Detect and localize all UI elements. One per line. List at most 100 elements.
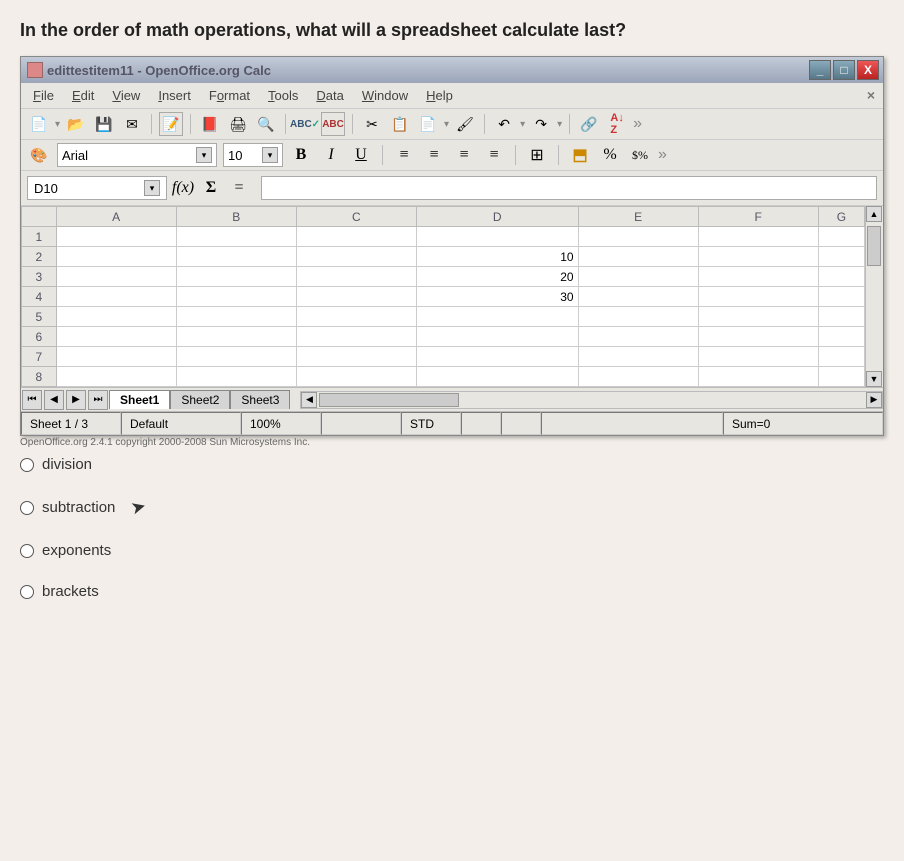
row-header[interactable]: 8 — [22, 367, 57, 387]
scroll-thumb[interactable] — [867, 226, 881, 266]
font-name-dropdown-icon[interactable]: ▾ — [196, 147, 212, 163]
font-size-dropdown-icon[interactable]: ▾ — [262, 147, 278, 163]
paste-icon[interactable]: 📄 — [416, 112, 440, 136]
email-icon[interactable]: ✉ — [120, 112, 144, 136]
export-pdf-icon[interactable]: 📕 — [198, 112, 222, 136]
answer-option[interactable]: brackets — [20, 583, 884, 600]
sort-icon[interactable]: A↓Z — [605, 112, 629, 136]
row-header[interactable]: 4 — [22, 287, 57, 307]
cell-d4[interactable]: 30 — [416, 287, 578, 307]
align-justify-icon[interactable]: ≡ — [482, 143, 506, 167]
number-format-button[interactable]: $% — [628, 143, 652, 167]
align-right-icon[interactable]: ≡ — [452, 143, 476, 167]
new-doc-icon[interactable]: 📄 — [27, 112, 51, 136]
percent-button[interactable]: % — [598, 143, 622, 167]
vertical-scrollbar[interactable]: ▲ ▼ — [865, 206, 883, 387]
font-name-combo[interactable]: Arial ▾ — [57, 143, 217, 167]
scroll-up-icon[interactable]: ▲ — [866, 206, 882, 222]
col-header-d[interactable]: D — [416, 207, 578, 227]
corner-header[interactable] — [22, 207, 57, 227]
scroll-left-icon[interactable]: ◀ — [301, 392, 317, 408]
cell-reference-box[interactable]: D10 ▾ — [27, 176, 167, 200]
col-header-g[interactable]: G — [818, 207, 864, 227]
col-header-f[interactable]: F — [698, 207, 818, 227]
cell-d2[interactable]: 10 — [416, 247, 578, 267]
prev-sheet-icon[interactable]: ◀ — [44, 390, 64, 410]
align-left-icon[interactable]: ≡ — [392, 143, 416, 167]
preview-icon[interactable]: 🔍 — [254, 112, 278, 136]
answer-option[interactable]: exponents — [20, 542, 884, 559]
underline-button[interactable]: U — [349, 143, 373, 167]
hyperlink-icon[interactable]: 🔗 — [577, 112, 601, 136]
minimize-button[interactable]: _ — [809, 60, 831, 80]
menu-help[interactable]: Help — [418, 85, 461, 106]
doc-close-icon[interactable]: × — [867, 87, 875, 103]
undo-icon[interactable]: ↶ — [492, 112, 516, 136]
equals-icon[interactable]: = — [227, 176, 251, 200]
format-paint-icon[interactable]: 🖌 — [453, 112, 477, 136]
copy-icon[interactable]: 📋 — [388, 112, 412, 136]
row-header[interactable]: 3 — [22, 267, 57, 287]
function-wizard-icon[interactable]: f(x) — [171, 176, 195, 200]
tab-sheet3[interactable]: Sheet3 — [230, 390, 290, 409]
italic-button[interactable]: I — [319, 143, 343, 167]
autospell-icon[interactable]: ABC — [321, 112, 345, 136]
row-header[interactable]: 5 — [22, 307, 57, 327]
print-icon[interactable]: 🖨 — [226, 112, 250, 136]
horizontal-scrollbar[interactable]: ◀ ▶ — [300, 391, 883, 409]
menu-data[interactable]: Data — [308, 85, 351, 106]
menu-tools[interactable]: Tools — [260, 85, 306, 106]
col-header-e[interactable]: E — [578, 207, 698, 227]
answer-option[interactable]: subtraction ➤ — [20, 497, 884, 518]
col-header-a[interactable]: A — [56, 207, 176, 227]
first-sheet-icon[interactable]: ⏮ — [22, 390, 42, 410]
status-mode[interactable]: STD — [401, 412, 461, 435]
save-icon[interactable]: 💾 — [92, 112, 116, 136]
scroll-right-icon[interactable]: ▶ — [866, 392, 882, 408]
font-size-combo[interactable]: 10 ▾ — [223, 143, 283, 167]
bold-button[interactable]: B — [289, 143, 313, 167]
tab-sheet2[interactable]: Sheet2 — [170, 390, 230, 409]
merge-cells-icon[interactable]: ⊞ — [525, 143, 549, 167]
radio-button[interactable] — [20, 458, 34, 472]
row-header[interactable]: 7 — [22, 347, 57, 367]
menu-format[interactable]: Format — [201, 85, 258, 106]
tab-sheet1[interactable]: Sheet1 — [109, 390, 170, 409]
open-icon[interactable]: 📂 — [64, 112, 88, 136]
toolbar-overflow-icon[interactable]: » — [633, 115, 642, 133]
col-header-c[interactable]: C — [296, 207, 416, 227]
close-button[interactable]: X — [857, 60, 879, 80]
radio-button[interactable] — [20, 585, 34, 599]
menu-insert[interactable]: Insert — [150, 85, 199, 106]
status-zoom[interactable]: 100% — [241, 412, 321, 435]
cell-ref-dropdown-icon[interactable]: ▾ — [144, 180, 160, 196]
row-header[interactable]: 6 — [22, 327, 57, 347]
menu-file[interactable]: File — [25, 85, 62, 106]
format-overflow-icon[interactable]: » — [658, 146, 667, 164]
align-center-icon[interactable]: ≡ — [422, 143, 446, 167]
cut-icon[interactable]: ✂ — [360, 112, 384, 136]
radio-button[interactable] — [20, 544, 34, 558]
row-header[interactable]: 1 — [22, 227, 57, 247]
col-header-b[interactable]: B — [176, 207, 296, 227]
spellcheck-icon[interactable]: ABC✓ — [293, 112, 317, 136]
scroll-down-icon[interactable]: ▼ — [866, 371, 882, 387]
sum-icon[interactable]: Σ — [199, 176, 223, 200]
cell-d3[interactable]: 20 — [416, 267, 578, 287]
cell-grid[interactable]: A B C D E F G 1 2 10 3 20 4 30 5 6 7 8 — [21, 206, 865, 387]
currency-icon[interactable]: ⬒ — [568, 143, 592, 167]
edit-file-icon[interactable]: 📝 — [159, 112, 183, 136]
last-sheet-icon[interactable]: ⏭ — [88, 390, 108, 410]
radio-button[interactable] — [20, 501, 34, 515]
status-sum[interactable]: Sum=0 — [723, 412, 883, 435]
styles-icon[interactable]: 🎨 — [27, 143, 51, 167]
menu-edit[interactable]: Edit — [64, 85, 102, 106]
menu-view[interactable]: View — [104, 85, 148, 106]
formula-input[interactable] — [261, 176, 877, 200]
redo-icon[interactable]: ↷ — [529, 112, 553, 136]
hscroll-thumb[interactable] — [319, 393, 459, 407]
maximize-button[interactable]: □ — [833, 60, 855, 80]
row-header[interactable]: 2 — [22, 247, 57, 267]
menu-window[interactable]: Window — [354, 85, 416, 106]
answer-option[interactable]: division — [20, 456, 884, 473]
